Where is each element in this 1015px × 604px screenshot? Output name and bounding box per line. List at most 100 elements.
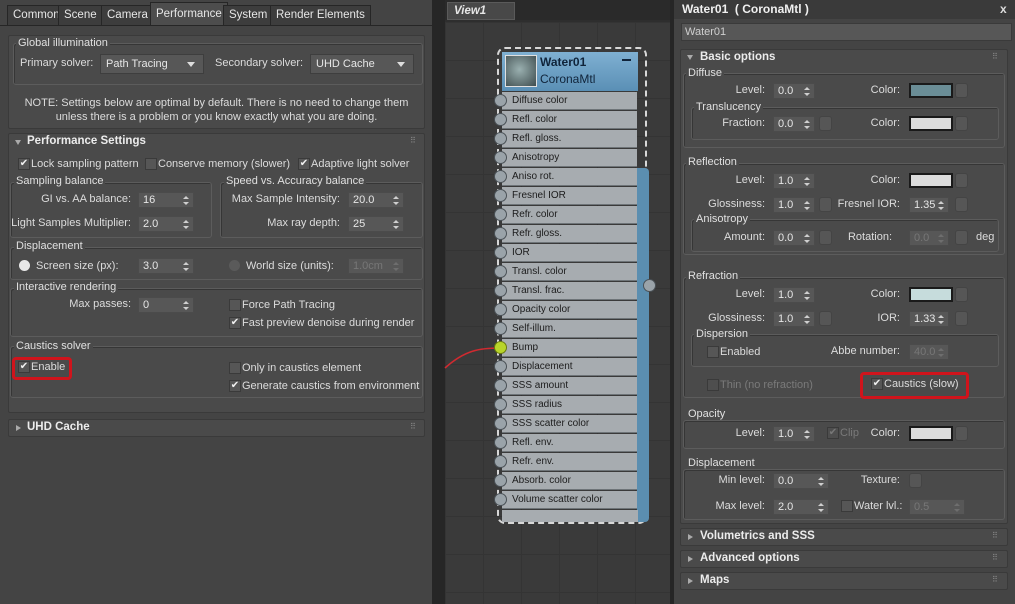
output-socket[interactable] bbox=[643, 279, 656, 292]
force-path-tracing-checkbox[interactable] bbox=[229, 299, 241, 311]
grip-icon[interactable]: ⠿ bbox=[992, 575, 998, 584]
input-socket[interactable] bbox=[494, 284, 507, 297]
node-slot[interactable]: Refr. env. bbox=[494, 453, 637, 471]
node-slot[interactable]: SSS scatter color bbox=[494, 415, 637, 433]
input-socket[interactable] bbox=[494, 170, 507, 183]
spinner-arrows-icon[interactable] bbox=[938, 234, 944, 243]
fast-preview-checkbox[interactable]: ✔ bbox=[229, 317, 241, 329]
expand-triangle-icon[interactable] bbox=[688, 534, 693, 540]
aniso-rotation-spinner[interactable]: 0.0 bbox=[909, 230, 949, 246]
fresnel-ior-map-button[interactable] bbox=[955, 197, 968, 212]
tab-performance[interactable]: Performance bbox=[150, 2, 228, 25]
input-socket[interactable] bbox=[494, 113, 507, 126]
spinner-arrows-icon[interactable] bbox=[804, 87, 810, 96]
adaptive-light-checkbox[interactable]: ✔ bbox=[298, 158, 310, 170]
input-socket[interactable] bbox=[494, 436, 507, 449]
spinner-arrows-icon[interactable] bbox=[393, 262, 399, 271]
tab-render-elements[interactable]: Render Elements bbox=[270, 5, 371, 25]
aniso-amount-spinner[interactable]: 0.0 bbox=[773, 230, 815, 246]
basic-options-header[interactable]: Basic options bbox=[700, 51, 775, 63]
secondary-solver-dropdown[interactable]: UHD Cache bbox=[310, 54, 414, 74]
node-slot[interactable]: IOR bbox=[494, 244, 637, 262]
ior-map-button[interactable] bbox=[955, 311, 968, 326]
input-socket[interactable] bbox=[494, 417, 507, 430]
tab-view1[interactable]: View1 bbox=[447, 2, 515, 20]
only-caustics-element-checkbox[interactable] bbox=[229, 362, 241, 374]
node-slot[interactable]: Fresnel IOR bbox=[494, 187, 637, 205]
expand-triangle-icon[interactable] bbox=[688, 578, 693, 584]
advanced-options-header[interactable]: Advanced options bbox=[700, 552, 800, 564]
input-socket[interactable] bbox=[494, 322, 507, 335]
close-icon[interactable]: x bbox=[1000, 2, 1007, 16]
diffuse-map-button[interactable] bbox=[955, 83, 968, 98]
collapse-triangle-icon[interactable] bbox=[15, 140, 21, 145]
screen-size-radio[interactable] bbox=[19, 260, 30, 271]
spinner-arrows-icon[interactable] bbox=[183, 262, 189, 271]
conserve-memory-checkbox[interactable] bbox=[145, 158, 157, 170]
grip-icon[interactable]: ⠿ bbox=[410, 136, 416, 145]
tab-camera[interactable]: Camera bbox=[101, 5, 154, 25]
volumetrics-header[interactable]: Volumetrics and SSS bbox=[700, 530, 815, 542]
minimize-icon[interactable] bbox=[622, 59, 631, 61]
dispersion-enabled-checkbox[interactable] bbox=[707, 346, 719, 358]
input-socket[interactable] bbox=[494, 246, 507, 259]
spinner-arrows-icon[interactable] bbox=[938, 315, 944, 324]
node-slot[interactable]: Volume scatter color bbox=[494, 491, 637, 509]
spinner-arrows-icon[interactable] bbox=[954, 503, 960, 512]
spinner-arrows-icon[interactable] bbox=[804, 430, 810, 439]
thin-checkbox[interactable] bbox=[707, 379, 719, 391]
input-socket[interactable] bbox=[494, 398, 507, 411]
input-socket[interactable] bbox=[494, 493, 507, 506]
input-socket[interactable] bbox=[494, 208, 507, 221]
node-slot[interactable]: Transl. frac. bbox=[494, 282, 637, 300]
tab-scene[interactable]: Scene bbox=[58, 5, 103, 25]
spinner-arrows-icon[interactable] bbox=[938, 201, 944, 210]
node-slot[interactable]: Bump bbox=[494, 339, 637, 357]
reflection-color-swatch[interactable] bbox=[909, 173, 953, 188]
light-samples-spinner[interactable]: 2.0 bbox=[138, 216, 194, 232]
reflection-level-spinner[interactable]: 1.0 bbox=[773, 173, 815, 189]
reflection-map-button[interactable] bbox=[955, 173, 968, 188]
spinner-arrows-icon[interactable] bbox=[804, 315, 810, 324]
node-slot[interactable]: Refr. color bbox=[494, 206, 637, 224]
expand-triangle-icon[interactable] bbox=[688, 556, 693, 562]
input-socket[interactable] bbox=[494, 265, 507, 278]
opacity-color-swatch[interactable] bbox=[909, 426, 953, 441]
water-level-spinner[interactable]: 0.5 bbox=[909, 499, 965, 515]
splitter[interactable] bbox=[432, 0, 445, 604]
world-size-radio[interactable] bbox=[229, 260, 240, 271]
spinner-arrows-icon[interactable] bbox=[804, 291, 810, 300]
diffuse-level-spinner[interactable]: 0.0 bbox=[773, 83, 815, 99]
translucency-color-swatch[interactable] bbox=[909, 116, 953, 131]
collapse-triangle-icon[interactable] bbox=[687, 55, 693, 60]
grip-icon[interactable]: ⠿ bbox=[410, 422, 416, 431]
maps-header[interactable]: Maps bbox=[700, 574, 729, 586]
refraction-level-spinner[interactable]: 1.0 bbox=[773, 287, 815, 303]
spinner-arrows-icon[interactable] bbox=[183, 301, 189, 310]
spinner-arrows-icon[interactable] bbox=[818, 503, 824, 512]
caustics-slow-checkbox[interactable]: ✔ bbox=[871, 378, 883, 390]
tab-common[interactable]: Common bbox=[7, 5, 66, 25]
spinner-arrows-icon[interactable] bbox=[804, 234, 810, 243]
input-socket[interactable] bbox=[494, 94, 507, 107]
node-slot[interactable]: Self-illum. bbox=[494, 320, 637, 338]
input-socket[interactable] bbox=[494, 303, 507, 316]
node-slot[interactable]: Refl. env. bbox=[494, 434, 637, 452]
spinner-arrows-icon[interactable] bbox=[183, 220, 189, 229]
input-socket[interactable] bbox=[494, 474, 507, 487]
grip-icon[interactable]: ⠿ bbox=[992, 531, 998, 540]
translucency-map-button[interactable] bbox=[955, 116, 968, 131]
diffuse-color-swatch[interactable] bbox=[909, 83, 953, 98]
refraction-map-button[interactable] bbox=[955, 287, 968, 302]
max-level-spinner[interactable]: 2.0 bbox=[773, 499, 829, 515]
opacity-map-button[interactable] bbox=[955, 426, 968, 441]
primary-solver-dropdown[interactable]: Path Tracing bbox=[100, 54, 204, 74]
gi-aa-spinner[interactable]: 16 bbox=[138, 192, 194, 208]
world-size-spinner[interactable]: 1.0cm bbox=[348, 258, 404, 274]
texture-map-button[interactable] bbox=[909, 473, 922, 488]
node-slot[interactable]: Transl. color bbox=[494, 263, 637, 281]
node-slot[interactable]: SSS radius bbox=[494, 396, 637, 414]
node-slot[interactable]: Refl. gloss. bbox=[494, 130, 637, 148]
input-socket[interactable] bbox=[494, 455, 507, 468]
water-level-checkbox[interactable] bbox=[841, 500, 853, 512]
